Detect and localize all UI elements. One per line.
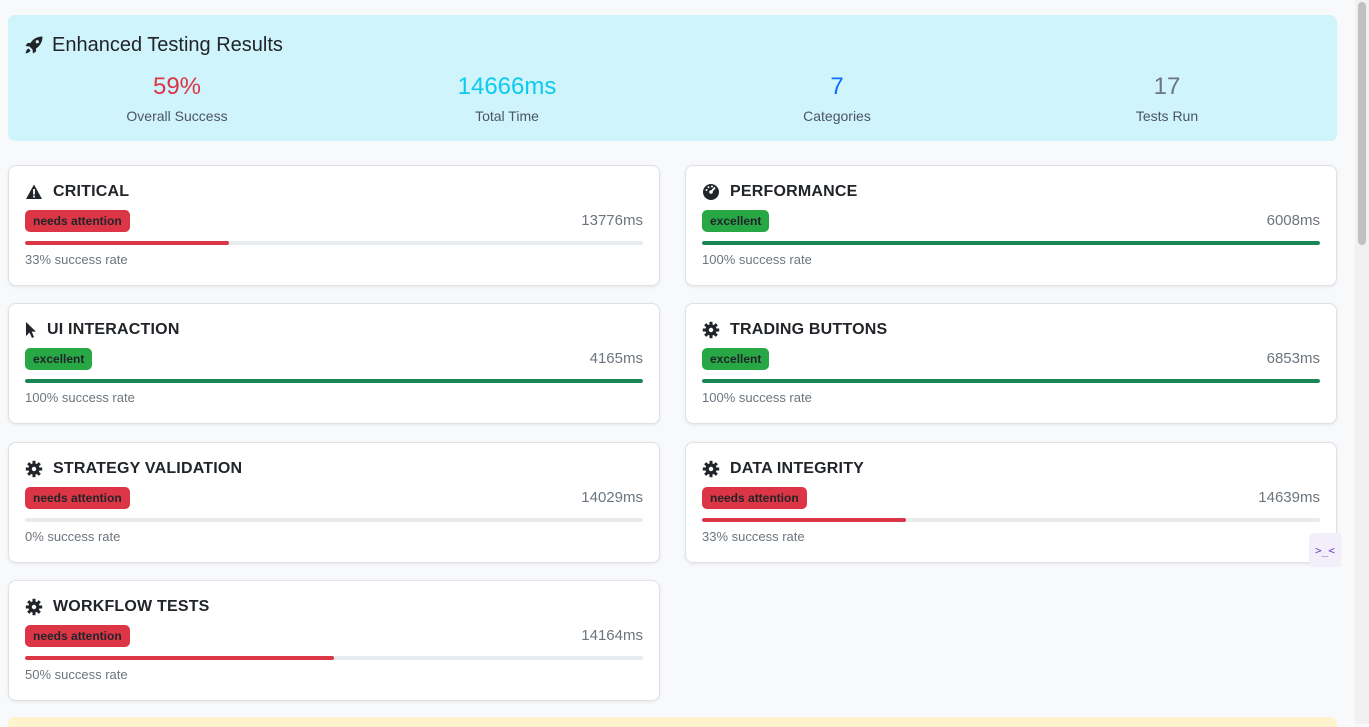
success-progress-bar: [702, 518, 1320, 522]
success-progress-bar: [25, 518, 643, 522]
category-card-ui-interaction: UI INTERACTION excellent 4165ms 100% suc…: [8, 303, 660, 424]
card-title: DATA INTEGRITY: [702, 459, 864, 479]
success-progress-bar: [25, 379, 643, 383]
stat-value: 59%: [152, 73, 202, 100]
success-progress-bar: [702, 379, 1320, 383]
stat-overall-success: 59% Overall Success: [27, 73, 327, 124]
warning-icon: [25, 183, 43, 201]
progress-fill: [25, 379, 643, 383]
duration-value: 14639ms: [1258, 489, 1320, 506]
duration-value: 14029ms: [581, 489, 643, 506]
summary-title: Enhanced Testing Results: [24, 33, 283, 57]
rocket-icon: [24, 35, 44, 55]
stat-value: 7: [830, 73, 844, 100]
status-badge: needs attention: [25, 487, 130, 509]
card-title: STRATEGY VALIDATION: [25, 459, 242, 479]
success-progress-bar: [702, 241, 1320, 245]
card-title-text: PERFORMANCE: [730, 183, 858, 200]
category-card-workflow-tests: WORKFLOW TESTS needs attention 14164ms 5…: [8, 580, 660, 701]
card-title: UI INTERACTION: [25, 320, 180, 340]
category-card-trading-buttons: TRADING BUTTONS excellent 6853ms 100% su…: [685, 303, 1337, 424]
scrollbar-thumb[interactable]: [1358, 2, 1366, 245]
status-badge: excellent: [702, 348, 770, 370]
card-title-text: CRITICAL: [53, 183, 130, 200]
progress-fill: [702, 241, 1320, 245]
status-badge: needs attention: [702, 487, 807, 509]
card-title-text: TRADING BUTTONS: [730, 321, 888, 338]
card-title: CRITICAL: [25, 182, 129, 202]
status-badge: needs attention: [25, 625, 130, 647]
duration-value: 4165ms: [589, 350, 643, 367]
summary-title-text: Enhanced Testing Results: [52, 33, 283, 56]
success-rate-text: 33% success rate: [702, 529, 805, 544]
gear-icon: [702, 460, 720, 478]
category-card-strategy-validation: STRATEGY VALIDATION needs attention 1402…: [8, 442, 660, 563]
category-card-performance: PERFORMANCE excellent 6008ms 100% succes…: [685, 165, 1337, 286]
success-rate-text: 50% success rate: [25, 667, 128, 682]
success-rate-text: 100% success rate: [702, 390, 812, 405]
success-rate-text: 33% success rate: [25, 252, 128, 267]
stat-label: Overall Success: [126, 108, 228, 124]
success-rate-text: 100% success rate: [25, 390, 135, 405]
status-badge: excellent: [25, 348, 93, 370]
stat-label: Categories: [803, 108, 871, 124]
progress-fill: [702, 379, 1320, 383]
card-title-text: STRATEGY VALIDATION: [53, 460, 243, 477]
card-title-text: WORKFLOW TESTS: [53, 598, 210, 615]
card-title: PERFORMANCE: [702, 182, 858, 202]
duration-value: 6008ms: [1266, 212, 1320, 229]
stat-total-time: 14666ms Total Time: [357, 73, 657, 124]
success-rate-text: 0% success rate: [25, 529, 121, 544]
success-progress-bar: [25, 656, 643, 660]
status-badge: excellent: [702, 210, 770, 232]
card-title: WORKFLOW TESTS: [25, 597, 210, 617]
stat-value: 14666ms: [457, 73, 557, 100]
stat-label: Total Time: [475, 108, 539, 124]
gear-icon: [702, 321, 720, 339]
success-rate-text: 100% success rate: [702, 252, 812, 267]
gear-icon: [25, 598, 43, 616]
gear-icon: [25, 460, 43, 478]
page-scrollbar[interactable]: [1355, 0, 1369, 724]
status-badge: needs attention: [25, 210, 130, 232]
pointer-icon: [25, 321, 37, 339]
warning-panel-edge: [8, 717, 1337, 727]
stat-label: Tests Run: [1135, 108, 1199, 124]
code-collapse-icon[interactable]: >_<: [1309, 533, 1341, 567]
duration-value: 13776ms: [581, 212, 643, 229]
card-title: TRADING BUTTONS: [702, 320, 887, 340]
category-card-data-integrity: DATA INTEGRITY needs attention 14639ms 3…: [685, 442, 1337, 563]
success-progress-bar: [25, 241, 643, 245]
stat-tests-run: 17 Tests Run: [1017, 73, 1317, 124]
progress-fill: [25, 656, 334, 660]
duration-value: 14164ms: [581, 627, 643, 644]
progress-fill: [702, 518, 906, 522]
category-card-critical: CRITICAL needs attention 13776ms 33% suc…: [8, 165, 660, 286]
stat-categories: 7 Categories: [687, 73, 987, 124]
stat-value: 17: [1153, 73, 1181, 100]
results-summary-panel: Enhanced Testing Results 59% Overall Suc…: [8, 15, 1337, 141]
card-title-text: DATA INTEGRITY: [730, 460, 865, 477]
card-title-text: UI INTERACTION: [47, 321, 180, 338]
duration-value: 6853ms: [1266, 350, 1320, 367]
speedometer-icon: [702, 183, 720, 201]
progress-fill: [25, 241, 229, 245]
